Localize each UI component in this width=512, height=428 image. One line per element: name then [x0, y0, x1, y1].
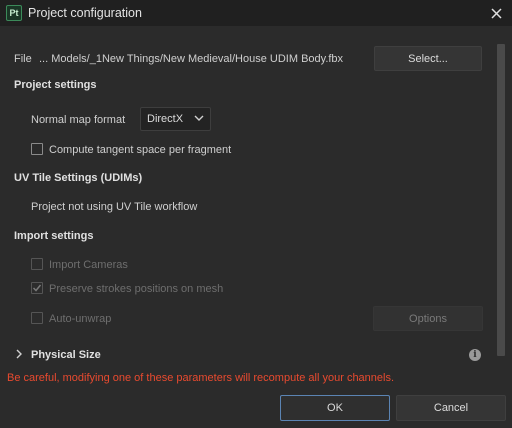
preserve-strokes-label: Preserve strokes positions on mesh — [49, 283, 224, 295]
uv-tile-heading: UV Tile Settings (UDIMs) — [14, 172, 143, 184]
physical-size-heading[interactable]: Physical Size — [31, 349, 101, 361]
app-logo: Pt — [6, 5, 22, 21]
compute-tangent-label: Compute tangent space per fragment — [49, 144, 232, 156]
normal-map-format-value: DirectX — [147, 113, 184, 125]
close-icon — [490, 7, 502, 19]
import-cameras-checkbox[interactable] — [31, 258, 43, 270]
compute-tangent-checkbox[interactable] — [31, 143, 43, 155]
title-bar: Pt Project configuration — [0, 0, 512, 26]
preserve-strokes-checkbox[interactable] — [31, 282, 43, 294]
import-settings-heading: Import settings — [14, 230, 94, 242]
file-path: ... Models/_1New Things/New Medieval/Hou… — [39, 53, 344, 65]
cancel-button[interactable]: Cancel — [396, 395, 506, 421]
checkmark-icon — [32, 284, 42, 292]
close-button[interactable] — [486, 3, 506, 23]
auto-unwrap-label: Auto-unwrap — [49, 313, 112, 325]
uv-tile-status: Project not using UV Tile workflow — [31, 201, 198, 213]
info-icon[interactable]: i — [469, 349, 481, 361]
ok-button[interactable]: OK — [280, 395, 390, 421]
chevron-right-icon[interactable] — [15, 349, 23, 359]
import-cameras-label: Import Cameras — [49, 259, 128, 271]
scrollbar[interactable] — [495, 44, 507, 366]
auto-unwrap-checkbox[interactable] — [31, 312, 43, 324]
warning-message: Be careful, modifying one of these param… — [7, 372, 395, 384]
project-settings-heading: Project settings — [14, 79, 97, 91]
select-file-button[interactable]: Select... — [374, 46, 482, 71]
options-button[interactable]: Options — [373, 306, 483, 331]
window-title: Project configuration — [28, 6, 142, 20]
normal-map-format-label: Normal map format — [31, 114, 126, 126]
file-label: File — [14, 53, 32, 65]
chevron-down-icon — [194, 115, 204, 121]
scrollbar-thumb[interactable] — [497, 44, 505, 356]
normal-map-format-dropdown[interactable]: DirectX — [140, 107, 211, 131]
